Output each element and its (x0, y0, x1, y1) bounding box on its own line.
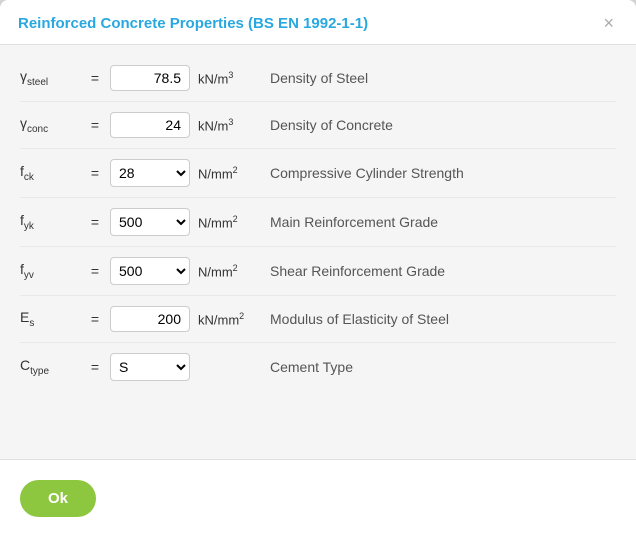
dialog-title: Reinforced Concrete Properties (BS EN 19… (18, 15, 368, 32)
prop-select-Ctype[interactable]: SNR (110, 353, 190, 381)
property-row-fyv: fyv=250460500600N/mm2Shear Reinforcement… (20, 247, 616, 296)
prop-description-fyv: Shear Reinforcement Grade (270, 263, 616, 279)
prop-unit-gamma-steel: kN/m3 (190, 70, 270, 86)
property-row-fyk: fyk=250460500600N/mm2Main Reinforcement … (20, 198, 616, 247)
prop-description-gamma-conc: Density of Concrete (270, 117, 616, 133)
equals-sign-Es: = (80, 311, 110, 327)
dialog-body: γsteel=kN/m3Density of Steelγconc=kN/m3D… (0, 45, 636, 459)
prop-description-Ctype: Cement Type (270, 359, 616, 375)
prop-label-gamma-steel: γsteel (20, 68, 80, 88)
equals-sign-fyk: = (80, 214, 110, 230)
prop-unit-fck: N/mm2 (190, 165, 270, 181)
dialog-footer: Ok (0, 459, 636, 541)
prop-input-container-gamma-conc (110, 112, 190, 138)
prop-input-container-Es (110, 306, 190, 332)
prop-label-gamma-conc: γconc (20, 115, 80, 135)
close-button[interactable]: × (599, 14, 618, 32)
prop-textinput-gamma-steel[interactable] (110, 65, 190, 91)
property-row-fck: fck=2025283035404550N/mm2Compressive Cyl… (20, 149, 616, 198)
equals-sign-fyv: = (80, 263, 110, 279)
prop-input-container-fyv: 250460500600 (110, 257, 190, 285)
prop-select-fck[interactable]: 2025283035404550 (110, 159, 190, 187)
property-row-Es: Es= kN/mm2Modulus of Elasticity of Steel (20, 296, 616, 343)
prop-select-fyv[interactable]: 250460500600 (110, 257, 190, 285)
equals-sign-fck: = (80, 165, 110, 181)
equals-sign-gamma-conc: = (80, 117, 110, 133)
prop-label-Ctype: Ctype (20, 357, 80, 377)
prop-input-container-Ctype: SNR (110, 353, 190, 381)
prop-label-fyk: fyk (20, 212, 80, 232)
prop-label-fyv: fyv (20, 261, 80, 281)
prop-unit-Es: kN/mm2 (190, 311, 270, 327)
dialog-header: Reinforced Concrete Properties (BS EN 19… (0, 0, 636, 45)
prop-description-fck: Compressive Cylinder Strength (270, 165, 616, 181)
prop-textinput-Es[interactable] (110, 306, 190, 332)
dialog: Reinforced Concrete Properties (BS EN 19… (0, 0, 636, 541)
prop-input-container-fyk: 250460500600 (110, 208, 190, 236)
prop-label-fck: fck (20, 163, 80, 183)
ok-button[interactable]: Ok (20, 480, 96, 517)
prop-textinput-gamma-conc[interactable] (110, 112, 190, 138)
property-row-Ctype: Ctype=SNR Cement Type (20, 343, 616, 391)
prop-label-Es: Es (20, 309, 80, 329)
prop-description-Es: Modulus of Elasticity of Steel (270, 311, 616, 327)
property-row-gamma-conc: γconc= kN/m3Density of Concrete (20, 102, 616, 149)
prop-select-fyk[interactable]: 250460500600 (110, 208, 190, 236)
prop-unit-fyk: N/mm2 (190, 214, 270, 230)
prop-input-container-fck: 2025283035404550 (110, 159, 190, 187)
equals-sign-gamma-steel: = (80, 70, 110, 86)
prop-unit-gamma-conc: kN/m3 (190, 117, 270, 133)
property-row-gamma-steel: γsteel= kN/m3Density of Steel (20, 55, 616, 102)
equals-sign-Ctype: = (80, 359, 110, 375)
prop-input-container-gamma-steel (110, 65, 190, 91)
prop-description-gamma-steel: Density of Steel (270, 70, 616, 86)
prop-description-fyk: Main Reinforcement Grade (270, 214, 616, 230)
prop-unit-fyv: N/mm2 (190, 263, 270, 279)
